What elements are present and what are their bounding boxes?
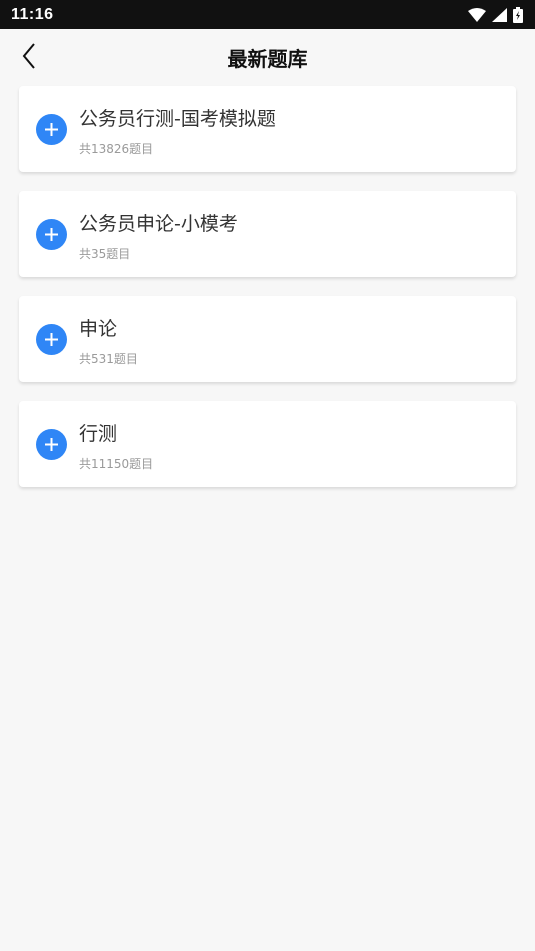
status-time: 11:16 <box>11 5 54 23</box>
bank-count: 共35题目 <box>79 247 131 261</box>
bank-title: 行测 <box>79 423 118 445</box>
bank-title: 公务员行测-国考模拟题 <box>79 108 276 130</box>
plus-circle-icon[interactable] <box>36 219 67 250</box>
battery-icon <box>513 6 523 23</box>
bank-title: 申论 <box>79 318 118 340</box>
bank-card[interactable]: 申论 共531题目 <box>19 296 516 382</box>
status-bar: 11:16 <box>0 0 535 29</box>
question-bank-list: 公务员行测-国考模拟题 共13826题目 公务员申论-小模考 共35题目 申论 … <box>19 86 516 506</box>
back-button[interactable] <box>14 43 44 73</box>
status-icons <box>468 6 523 23</box>
bank-count: 共11150题目 <box>79 457 154 471</box>
signal-icon <box>492 7 507 22</box>
bank-count: 共531题目 <box>79 352 138 366</box>
plus-circle-icon[interactable] <box>36 114 67 145</box>
bank-card[interactable]: 行测 共11150题目 <box>19 401 516 487</box>
title-bar: 最新题库 <box>0 29 535 85</box>
bank-card[interactable]: 公务员申论-小模考 共35题目 <box>19 191 516 277</box>
bank-count: 共13826题目 <box>79 142 154 156</box>
plus-circle-icon[interactable] <box>36 429 67 460</box>
chevron-left-icon <box>21 42 37 74</box>
page-title: 最新题库 <box>227 46 308 71</box>
plus-circle-icon[interactable] <box>36 324 67 355</box>
bank-card[interactable]: 公务员行测-国考模拟题 共13826题目 <box>19 86 516 172</box>
wifi-icon <box>468 7 486 22</box>
bank-title: 公务员申论-小模考 <box>79 213 238 235</box>
